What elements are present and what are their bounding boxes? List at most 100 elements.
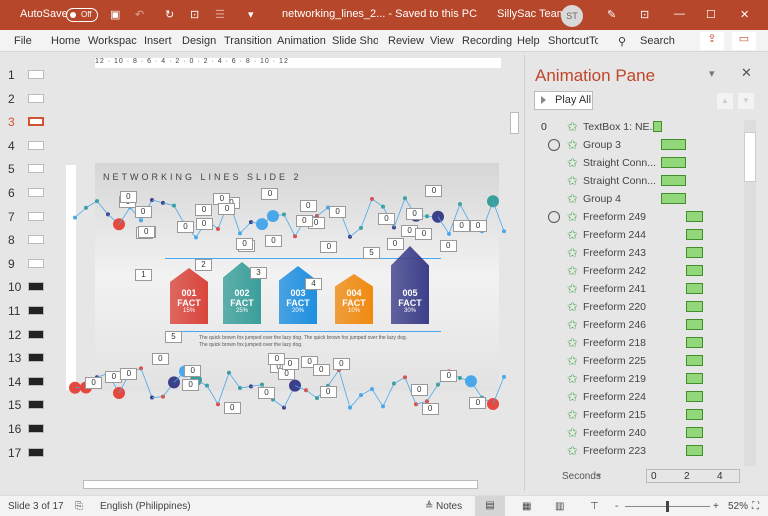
animation-order-tag[interactable]: 0 bbox=[469, 396, 487, 409]
animation-item[interactable]: ✩ Straight Conn... bbox=[525, 154, 743, 172]
notes-button[interactable]: Notes bbox=[436, 501, 462, 512]
redo-icon[interactable]: ↻ bbox=[165, 8, 174, 21]
slide-thumbnail-8[interactable] bbox=[28, 235, 44, 245]
animation-order-tag[interactable]: 0 bbox=[299, 199, 317, 212]
timeline-scale[interactable]: 0 2 4 bbox=[646, 469, 740, 483]
tab-shortcut[interactable]: ShortcutTo bbox=[548, 35, 598, 47]
tab-insert[interactable]: Insert bbox=[144, 35, 172, 47]
animation-order-tag[interactable]: 0 bbox=[176, 220, 194, 233]
slide-canvas[interactable]: NETWORKING LINES SLIDE 2 The quick brown… bbox=[69, 163, 506, 415]
animation-item[interactable]: ✩ Freeform 242 bbox=[525, 262, 743, 280]
spellcheck-icon[interactable]: ⎘ bbox=[75, 501, 83, 512]
slide-thumbnail-1[interactable] bbox=[28, 70, 44, 79]
animation-order-tag[interactable]: 0 bbox=[377, 212, 395, 225]
present-icon[interactable]: ⊡ bbox=[190, 8, 199, 21]
seconds-chevron-icon[interactable]: ▾ bbox=[597, 471, 601, 480]
slide-sorter-icon[interactable]: ▦ bbox=[522, 501, 531, 512]
slide-thumbnail-13[interactable] bbox=[28, 353, 44, 363]
animation-item[interactable]: 0 ✩ TextBox 1: NE... bbox=[525, 118, 743, 136]
animation-item[interactable]: ✩ Freeform 240 bbox=[525, 424, 743, 442]
zoom-slider[interactable] bbox=[625, 501, 710, 512]
animation-order-tag[interactable]: 0 bbox=[406, 207, 424, 220]
seconds-dropdown[interactable]: Seconds bbox=[562, 471, 601, 482]
close-pane-icon[interactable]: ✕ bbox=[741, 65, 752, 81]
list-icon[interactable]: ☰ bbox=[215, 8, 225, 21]
animation-order-tag[interactable]: 4 bbox=[305, 278, 322, 290]
animation-item[interactable]: ✩ Freeform 243 bbox=[525, 244, 743, 262]
ribbon-display-icon[interactable]: ⊡ bbox=[640, 8, 649, 21]
animation-order-tag[interactable]: 0 bbox=[320, 240, 338, 253]
zoom-slider-thumb[interactable] bbox=[666, 501, 670, 512]
animation-order-tag[interactable]: 0 bbox=[469, 219, 487, 232]
animation-order-tag[interactable]: 0 bbox=[425, 184, 443, 197]
slide-thumbnail-5[interactable] bbox=[28, 164, 44, 174]
tab-animations[interactable]: Animation bbox=[277, 35, 326, 47]
animation-item[interactable]: ✩ Freeform 249 bbox=[525, 208, 743, 226]
animation-order-tag[interactable]: 0 bbox=[195, 204, 213, 217]
animation-order-tag[interactable]: 0 bbox=[268, 353, 286, 366]
animation-order-tag[interactable]: 2 bbox=[195, 259, 212, 271]
play-all-button[interactable]: Play All bbox=[534, 91, 593, 110]
animation-order-tag[interactable]: 0 bbox=[278, 368, 296, 381]
tab-view[interactable]: View bbox=[430, 35, 454, 47]
avatar[interactable]: ST bbox=[561, 5, 583, 27]
animation-order-tag[interactable]: 0 bbox=[257, 386, 275, 399]
animation-order-tag[interactable]: 1 bbox=[135, 269, 152, 281]
animation-order-tag[interactable]: 0 bbox=[134, 206, 152, 219]
animation-item[interactable]: ✩ Freeform 241 bbox=[525, 280, 743, 298]
animation-item[interactable]: ✩ Freeform 220 bbox=[525, 298, 743, 316]
animation-item[interactable]: ✩ Freeform 244 bbox=[525, 226, 743, 244]
animation-order-tag[interactable]: 0 bbox=[85, 377, 103, 390]
language[interactable]: English (Philippines) bbox=[100, 501, 191, 512]
animation-item[interactable]: ✩ Freeform 246 bbox=[525, 316, 743, 334]
zoom-level[interactable]: 52% bbox=[728, 501, 748, 512]
tab-slide-show[interactable]: Slide Show bbox=[332, 35, 378, 47]
slide-thumbnail-6[interactable] bbox=[28, 188, 44, 197]
animation-item[interactable]: ✩ Straight Conn... bbox=[525, 172, 743, 190]
comments-icon[interactable]: ▭ bbox=[732, 32, 756, 50]
animation-item[interactable]: ✩ Freeform 215 bbox=[525, 406, 743, 424]
reading-view-icon[interactable]: ▥ bbox=[555, 501, 564, 512]
animation-item[interactable]: ✩ Freeform 219 bbox=[525, 370, 743, 388]
list-scrollbar[interactable] bbox=[744, 120, 756, 466]
slideshow-icon[interactable]: ⊤ bbox=[590, 501, 599, 512]
animation-order-tag[interactable]: 5 bbox=[165, 331, 182, 343]
customize-icon[interactable]: ▾ bbox=[248, 8, 254, 21]
animation-order-tag[interactable]: 0 bbox=[415, 227, 433, 240]
animation-order-tag[interactable]: 3 bbox=[250, 267, 267, 279]
tab-help[interactable]: Help bbox=[517, 35, 540, 47]
slide-thumbnail-15[interactable] bbox=[28, 400, 44, 410]
autosave-toggle[interactable]: Off bbox=[66, 8, 98, 22]
animation-order-tag[interactable]: 0 bbox=[261, 188, 279, 201]
animation-order-tag[interactable]: 0 bbox=[421, 402, 439, 415]
fit-to-window-icon[interactable]: ⛶ bbox=[752, 501, 759, 512]
move-up-button[interactable]: ▲ bbox=[717, 93, 733, 109]
tab-transitions[interactable]: Transition bbox=[224, 35, 272, 47]
search-icon[interactable]: ⚲ bbox=[618, 35, 626, 48]
animation-order-tag[interactable]: 0 bbox=[440, 370, 458, 383]
animation-item[interactable]: ✩ Freeform 218 bbox=[525, 334, 743, 352]
animation-order-tag[interactable]: 0 bbox=[182, 379, 200, 392]
animation-order-tag[interactable]: 0 bbox=[410, 383, 428, 396]
slide-thumbnail-11[interactable] bbox=[28, 306, 44, 315]
tab-file[interactable]: File bbox=[14, 35, 32, 47]
pen-icon[interactable]: ✎ bbox=[607, 8, 616, 21]
tab-design[interactable]: Design bbox=[182, 35, 216, 47]
animation-order-tag[interactable]: 0 bbox=[312, 363, 330, 376]
animation-order-tag[interactable]: 0 bbox=[119, 191, 137, 204]
animation-order-tag[interactable]: 0 bbox=[332, 357, 350, 370]
slide-thumbnail-10[interactable] bbox=[28, 282, 44, 292]
animation-order-tag[interactable]: 0 bbox=[120, 368, 138, 381]
animation-order-tag[interactable]: 0 bbox=[295, 214, 313, 227]
animation-order-tag[interactable]: 0 bbox=[236, 238, 254, 251]
animation-order-tag[interactable]: 0 bbox=[453, 220, 471, 233]
slide-thumbnail-4[interactable] bbox=[28, 140, 44, 150]
horizontal-scrollbar[interactable] bbox=[63, 479, 509, 490]
animation-item[interactable]: ✩ Group 3 bbox=[525, 136, 743, 154]
tab-workspace[interactable]: Workspac bbox=[88, 35, 138, 47]
tab-review[interactable]: Review bbox=[388, 35, 424, 47]
vertical-scrollbar[interactable] bbox=[509, 60, 520, 480]
animation-item[interactable]: ✩ Freeform 223 bbox=[525, 442, 743, 460]
undo-icon[interactable]: ↶ bbox=[135, 8, 144, 21]
slide-thumbnail-16[interactable] bbox=[28, 424, 44, 433]
